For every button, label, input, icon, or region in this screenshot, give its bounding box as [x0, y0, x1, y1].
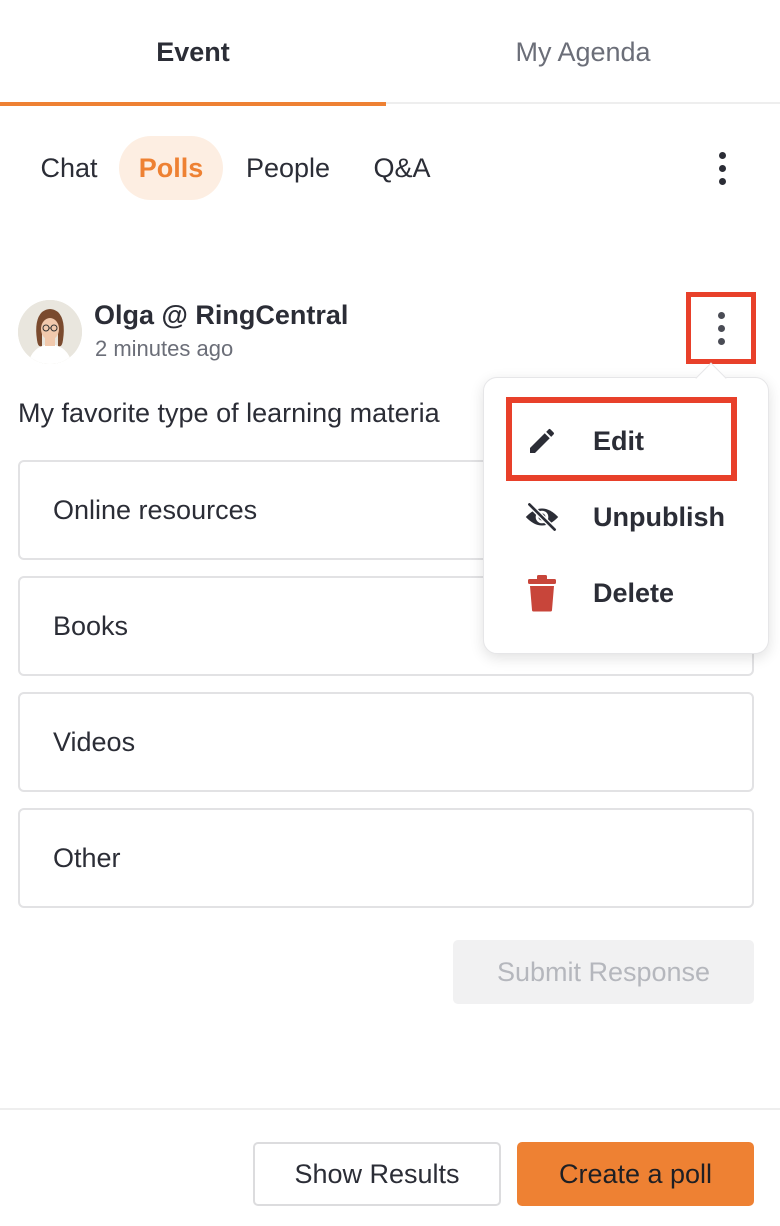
- more-options-icon[interactable]: [702, 146, 742, 190]
- poll-header: Olga @ RingCentral 2 minutes ago: [18, 298, 762, 368]
- poll-author: Olga @ RingCentral: [94, 300, 349, 330]
- eye-slash-icon: [524, 499, 560, 535]
- subtab-qa[interactable]: Q&A: [356, 136, 448, 200]
- subtab-people[interactable]: People: [228, 136, 348, 200]
- menu-item-unpublish[interactable]: Unpublish: [484, 485, 770, 549]
- create-poll-button[interactable]: Create a poll: [517, 1142, 754, 1206]
- poll-question: My favorite type of learning materia: [18, 398, 440, 428]
- poll-options-icon[interactable]: [686, 292, 756, 364]
- top-tabs: Event My Agenda: [0, 0, 780, 106]
- avatar-image: [18, 300, 82, 364]
- poll-option-label: Other: [53, 842, 121, 873]
- tab-my-agenda-label: My Agenda: [515, 36, 651, 67]
- subtab-chat[interactable]: Chat: [18, 136, 120, 200]
- poll-option[interactable]: Videos: [18, 692, 754, 792]
- trash-icon: [524, 575, 560, 612]
- subtab-polls[interactable]: Polls: [119, 136, 223, 200]
- sub-navigation: Chat Polls People Q&A: [0, 136, 780, 200]
- edit-highlight-box: [506, 397, 737, 481]
- poll-option-label: Online resources: [53, 494, 258, 525]
- active-tab-underline: [0, 102, 386, 106]
- menu-item-unpublish-label: Unpublish: [593, 501, 725, 532]
- tab-event-label: Event: [156, 36, 230, 67]
- menu-item-delete-label: Delete: [593, 577, 675, 608]
- poll-option[interactable]: Other: [18, 808, 754, 908]
- submit-response-button[interactable]: Submit Response: [453, 940, 754, 1004]
- tab-my-agenda[interactable]: My Agenda: [386, 0, 780, 104]
- menu-item-delete[interactable]: Delete: [484, 561, 770, 625]
- poll-option-label: Videos: [53, 726, 136, 757]
- poll-timestamp: 2 minutes ago: [95, 336, 234, 361]
- avatar: [18, 300, 82, 364]
- tab-event[interactable]: Event: [0, 0, 386, 106]
- show-results-button[interactable]: Show Results: [253, 1142, 501, 1206]
- poll-option-label: Books: [53, 610, 129, 641]
